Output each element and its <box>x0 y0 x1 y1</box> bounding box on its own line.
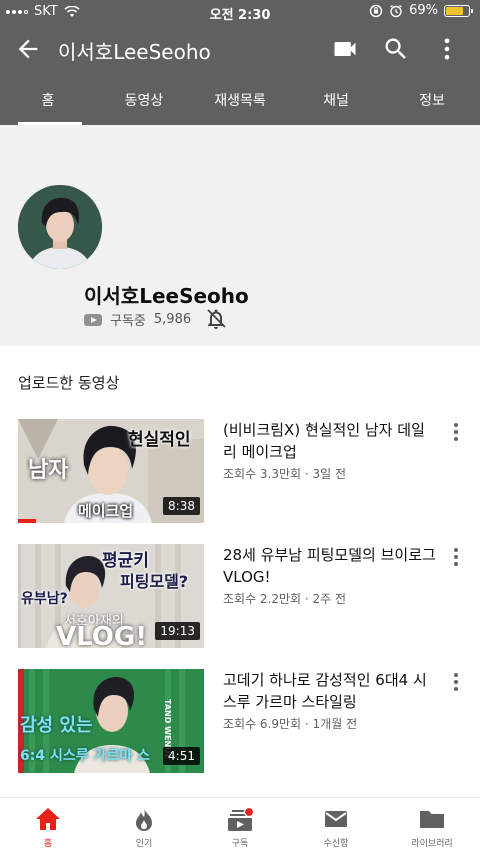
bottom-navigation: 홈 인기 구독 수신함 라이브러리 <box>0 797 480 853</box>
thumbnail-caption: 감성 있는 <box>20 715 93 736</box>
more-vert-icon[interactable] <box>446 671 466 693</box>
folder-icon <box>420 811 444 828</box>
subscriptions-icon <box>228 806 254 831</box>
status-bar: SKT 오전 2:30 69% <box>0 0 480 24</box>
video-thumbnail[interactable]: 현실적인 남자 메이크업 8:38 <box>18 419 204 523</box>
thumbnail-caption: 유부남? <box>21 591 68 607</box>
nav-label: 수신함 <box>323 839 349 849</box>
tab-home[interactable]: 홈 <box>0 74 96 125</box>
orientation-lock-icon <box>369 4 383 17</box>
channel-header: 이서호LeeSeoho 구독중 5,986 <box>0 125 480 346</box>
tab-playlists[interactable]: 재생목록 <box>192 74 288 125</box>
video-thumbnail[interactable]: 평균키 피팅모델? 유부남? 서호아재의 VLOG! 19:13 <box>18 544 204 648</box>
video-title[interactable]: (비비크림X) 현실적인 남자 데일리 메이크업 <box>223 419 438 463</box>
nav-label: 구독 <box>231 839 249 849</box>
subscribe-status[interactable]: 구독중 5,986 <box>84 310 191 329</box>
page-title: 이서호LeeSeoho <box>58 40 211 64</box>
section-title: 업로드한 동영상 <box>18 374 120 392</box>
back-arrow-icon[interactable] <box>14 35 42 63</box>
video-duration: 8:38 <box>163 497 200 515</box>
thumbnail-caption: 메이크업 <box>78 502 134 520</box>
subscriber-count: 5,986 <box>153 312 192 327</box>
nav-trending[interactable]: 인기 <box>96 798 192 853</box>
battery-percent: 69% <box>409 3 438 18</box>
flame-icon <box>136 808 152 831</box>
battery-icon <box>444 4 473 17</box>
tab-videos[interactable]: 동영상 <box>96 74 192 125</box>
video-camera-icon[interactable] <box>331 35 359 63</box>
video-item[interactable]: 현실적인 남자 메이크업 8:38 (비비크림X) 현실적인 남자 데일리 메이… <box>0 419 480 525</box>
video-duration: 4:51 <box>163 747 200 765</box>
video-duration: 19:13 <box>155 622 200 640</box>
video-thumbnail[interactable]: 감성 있는 6:4 시스루 가르마 스 TAND WENUE 4:51 <box>18 669 204 773</box>
more-vert-icon[interactable] <box>446 421 466 443</box>
home-icon <box>36 808 60 830</box>
thumbnail-caption: VLOG! <box>56 622 148 648</box>
thumbnail-caption: 6:4 시스루 가르마 스 <box>20 748 150 764</box>
channel-avatar[interactable] <box>18 185 102 269</box>
video-title[interactable]: 고데기 하나로 감성적인 6대4 시스루 가르마 스타일링 <box>223 669 438 713</box>
more-vert-icon[interactable] <box>446 546 466 568</box>
youtube-logo-icon <box>84 313 102 326</box>
nav-inbox[interactable]: 수신함 <box>288 798 384 853</box>
video-meta: 조회수 3.3만회 · 3일 전 <box>223 467 347 481</box>
notification-off-bell-icon[interactable] <box>204 307 228 331</box>
app-bar: 이서호LeeSeoho <box>0 24 480 74</box>
channel-tabs: 홈 동영상 재생목록 채널 정보 <box>0 74 480 125</box>
thumbnail-caption: 남자 <box>28 458 69 483</box>
video-meta: 조회수 2.2만회 · 2주 전 <box>223 592 347 606</box>
nav-label: 라이브러리 <box>411 839 453 849</box>
nav-library[interactable]: 라이브러리 <box>384 798 480 853</box>
video-title[interactable]: 28세 유부남 피팅모델의 브이로그VLOG! <box>223 544 438 588</box>
mail-icon <box>325 811 347 827</box>
search-icon[interactable] <box>382 35 410 63</box>
nav-label: 인기 <box>135 839 153 849</box>
video-item[interactable]: 평균키 피팅모델? 유부남? 서호아재의 VLOG! 19:13 28세 유부남… <box>0 544 480 650</box>
status-right: 69% <box>369 3 473 18</box>
nav-label: 홈 <box>43 839 53 849</box>
subscribe-label: 구독중 <box>110 314 146 329</box>
nav-home[interactable]: 홈 <box>0 798 96 853</box>
more-vert-icon[interactable] <box>433 35 461 63</box>
thumbnail-caption: 현실적인 <box>128 430 191 450</box>
thumbnail-caption: 피팅모델? <box>120 572 189 591</box>
video-item[interactable]: 감성 있는 6:4 시스루 가르마 스 TAND WENUE 4:51 고데기 … <box>0 669 480 775</box>
channel-name: 이서호LeeSeoho <box>84 284 249 308</box>
alarm-icon <box>390 4 403 17</box>
tab-channels[interactable]: 채널 <box>288 74 384 125</box>
video-meta: 조회수 6.9만회 · 1개월 전 <box>223 717 358 731</box>
nav-subscriptions[interactable]: 구독 <box>192 798 288 853</box>
tab-about[interactable]: 정보 <box>384 74 480 125</box>
